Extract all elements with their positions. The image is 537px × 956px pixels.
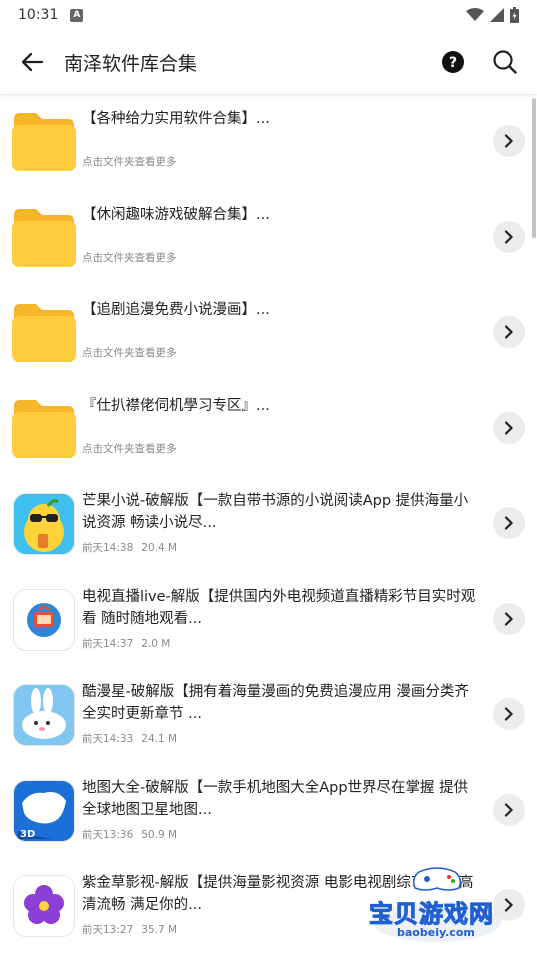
chevron-right-icon <box>504 802 514 817</box>
folder-row[interactable]: 【休闲趣味游戏破解合集】... 点击文件夹查看更多 <box>0 190 537 286</box>
status-time: 10:31 <box>18 7 59 23</box>
file-date: 前天13:36 <box>82 828 134 841</box>
file-date: 前天14:33 <box>82 733 134 745</box>
app-bar: 南泽软件库合集 ? <box>0 30 537 94</box>
file-date: 前天14:38 <box>82 542 134 554</box>
file-size: 20.4 M <box>141 542 178 554</box>
open-button[interactable] <box>493 793 525 826</box>
open-button[interactable] <box>493 220 525 253</box>
chevron-right-icon <box>504 707 514 721</box>
tv-live-icon <box>13 588 75 651</box>
file-row[interactable]: 电视直播live-解版【提供国内外电视频道直播精彩节目实时观看 随时随地观看..… <box>0 572 537 668</box>
watermark-logo: 宝贝游戏网 baobeiy.com <box>367 866 507 946</box>
open-button[interactable] <box>493 316 525 348</box>
chevron-right-icon <box>504 516 514 530</box>
folder-icon <box>12 302 76 366</box>
watermark-text: 宝贝游戏网 <box>369 900 494 929</box>
file-list: 【各种给力实用软件合集】... 点击文件夹查看更多 【休闲趣味游戏破解合集】..… <box>0 94 537 954</box>
svg-text:?: ? <box>449 55 457 71</box>
app-icon-container <box>12 493 76 557</box>
back-button[interactable] <box>14 44 50 80</box>
file-row[interactable]: 芒果小说-破解版【一款自带书源的小说阅读App 提供海量小说资源 畅读小说尽..… <box>0 476 537 572</box>
folder-title: 【休闲趣味游戏破解合集】... <box>82 206 270 223</box>
file-title: 地图大全-破解版【一款手机地图大全App世界尽在掌握 提供全球地图卫星地图... <box>82 779 469 818</box>
file-size: 2.0 M <box>141 637 171 650</box>
folder-icon <box>12 111 76 175</box>
page-title: 南泽软件库合集 <box>64 52 198 75</box>
folder-title: 『仕扒襟佬伺机學习专区』... <box>82 397 270 414</box>
app-icon-container: 3D <box>12 779 76 844</box>
folder-row[interactable]: 【追剧追漫免费小说漫画】... 点击文件夹查看更多 <box>0 285 537 381</box>
scrollbar-thumb[interactable] <box>532 98 536 238</box>
folder-row[interactable]: 【各种给力实用软件合集】... 点击文件夹查看更多 <box>0 94 537 190</box>
folder-hint: 点击文件夹查看更多 <box>82 251 177 264</box>
wifi-icon <box>466 8 484 21</box>
folder-icon <box>12 398 76 462</box>
chevron-right-icon <box>504 229 514 244</box>
open-button[interactable] <box>493 125 525 157</box>
chevron-right-icon <box>504 420 514 435</box>
purple-flower-icon <box>13 875 75 937</box>
app-icon-container <box>12 875 76 939</box>
folder-hint: 点击文件夹查看更多 <box>82 156 177 168</box>
folder-icon <box>12 207 76 271</box>
search-icon <box>493 50 517 74</box>
folder-title: 【各种给力实用软件合集】... <box>82 111 270 127</box>
signal-icon <box>490 8 504 22</box>
file-meta: 前天14:38 20.4 M <box>82 540 479 555</box>
file-meta: 前天14:37 2.0 M <box>82 636 479 651</box>
app-icon-container <box>12 684 76 748</box>
file-meta: 前天14:33 24.1 M <box>82 731 479 746</box>
watermark-url: baobeiy.com <box>397 926 475 939</box>
folder-hint: 点击文件夹查看更多 <box>82 347 177 359</box>
file-size: 24.1 M <box>141 733 178 745</box>
open-button[interactable] <box>493 411 525 444</box>
chevron-right-icon <box>504 134 514 148</box>
file-title: 电视直播live-解版【提供国内外电视频道直播精彩节目实时观看 随时随地观看..… <box>82 588 476 627</box>
open-button[interactable] <box>493 698 525 730</box>
folder-title: 【追剧追漫免费小说漫画】... <box>82 302 270 318</box>
mango-novel-icon <box>13 493 75 555</box>
file-title: 酷漫星-破解版【拥有着海量漫画的免费追漫应用 漫画分类齐全实时更新章节 ... <box>82 684 469 722</box>
svg-text:3D: 3D <box>20 829 35 840</box>
status-bar: 10:31 A <box>0 0 537 30</box>
app-icon-container <box>12 588 76 653</box>
open-button[interactable] <box>493 602 525 635</box>
file-row[interactable]: 3D 地图大全-破解版【一款手机地图大全App世界尽在掌握 提供全球地图卫星地图… <box>0 763 537 859</box>
help-button[interactable]: ? <box>433 42 473 82</box>
china-map-icon: 3D <box>13 779 75 842</box>
battery-icon <box>510 7 519 23</box>
file-title: 芒果小说-破解版【一款自带书源的小说阅读App 提供海量小说资源 畅读小说尽..… <box>82 493 469 531</box>
open-button[interactable] <box>493 507 525 539</box>
rabbit-comic-icon <box>13 684 75 746</box>
notification-icon: A <box>70 8 84 22</box>
chevron-right-icon <box>504 325 514 339</box>
file-date: 前天14:37 <box>82 637 134 650</box>
file-meta: 前天13:36 50.9 M <box>82 827 479 842</box>
file-size: 50.9 M <box>141 828 178 841</box>
file-row[interactable]: 酷漫星-破解版【拥有着海量漫画的免费追漫应用 漫画分类齐全实时更新章节 ... … <box>0 667 537 763</box>
arrow-left-icon <box>21 52 43 72</box>
file-size: 35.7 M <box>141 924 178 936</box>
chevron-right-icon <box>504 611 514 626</box>
search-button[interactable] <box>485 42 525 82</box>
file-date: 前天13:27 <box>82 924 134 936</box>
help-icon: ? <box>442 51 464 73</box>
folder-hint: 点击文件夹查看更多 <box>82 442 177 455</box>
folder-row[interactable]: 『仕扒襟佬伺机學习专区』... 点击文件夹查看更多 <box>0 381 537 477</box>
